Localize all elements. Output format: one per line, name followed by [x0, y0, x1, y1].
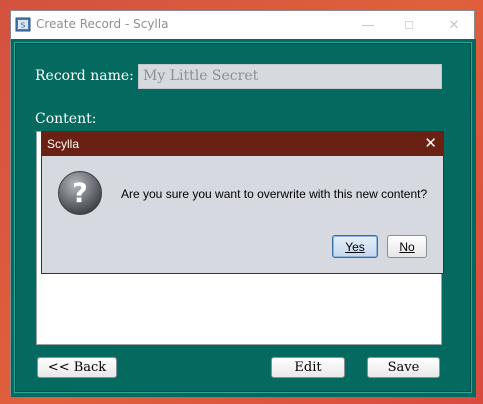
dialog-title: Scylla	[47, 137, 80, 151]
window-titlebar[interactable]: S Create Record - Scylla — ☐ ✕	[11, 11, 474, 39]
dialog-message: Are you sure you want to overwrite with …	[121, 187, 428, 201]
svg-text:S: S	[21, 22, 26, 30]
close-button[interactable]: ✕	[439, 13, 469, 37]
window-title: Create Record - Scylla	[36, 17, 169, 31]
no-button[interactable]: No	[387, 235, 427, 258]
svg-text:?: ?	[72, 178, 88, 209]
back-button[interactable]: << Back	[37, 357, 117, 378]
maximize-button[interactable]: ☐	[394, 13, 424, 37]
record-name-input[interactable]: My Little Secret	[138, 64, 442, 89]
edit-button[interactable]: Edit	[271, 357, 345, 378]
yes-button[interactable]: Yes	[332, 235, 378, 258]
save-button[interactable]: Save	[367, 357, 440, 378]
minimize-button[interactable]: —	[353, 13, 383, 37]
app-icon: S	[15, 17, 31, 32]
record-name-label: Record name:	[35, 68, 134, 84]
question-icon: ?	[58, 171, 102, 215]
confirm-dialog: Scylla ✕ ? Are you sure you want to over…	[41, 131, 444, 274]
dialog-titlebar[interactable]: Scylla ✕	[42, 132, 443, 156]
dialog-close-icon[interactable]: ✕	[424, 134, 437, 152]
content-label: Content:	[35, 111, 97, 127]
